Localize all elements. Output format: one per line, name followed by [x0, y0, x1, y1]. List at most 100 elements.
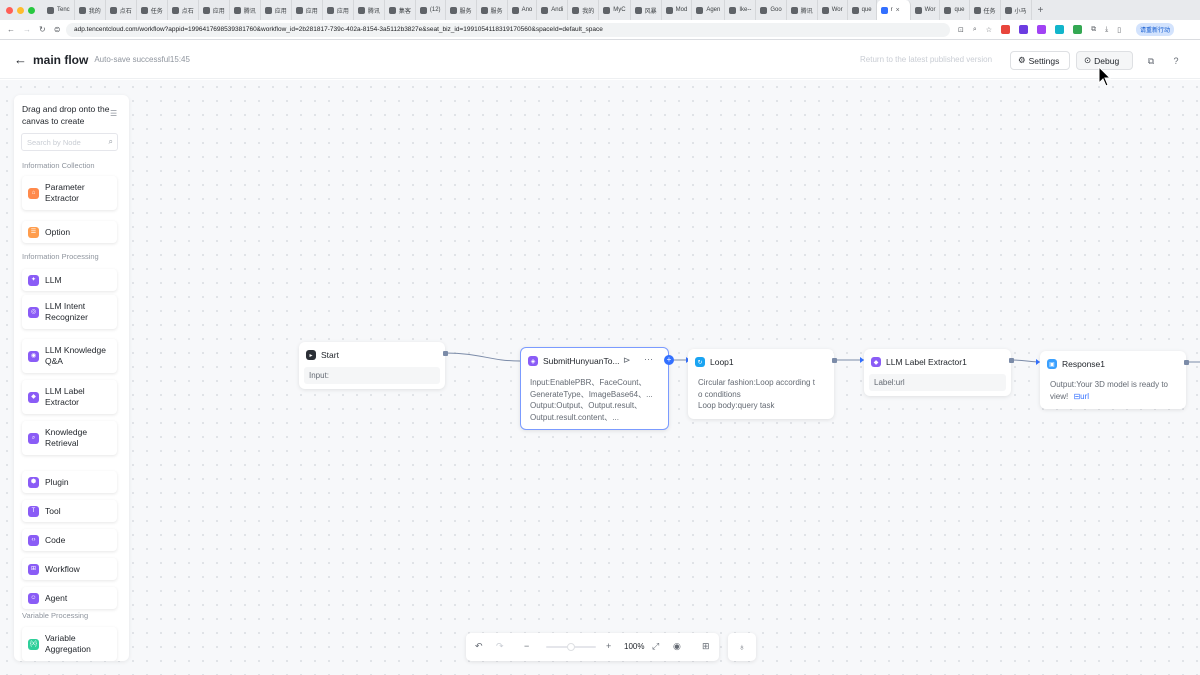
return-to-published-link[interactable]: Return to the latest published version — [860, 55, 992, 64]
browser-tab[interactable]: Andi — [537, 0, 569, 20]
output-port[interactable] — [1184, 360, 1189, 365]
browser-tab[interactable]: 小马 — [1001, 0, 1032, 20]
browser-tab[interactable]: 服务 — [446, 0, 477, 20]
output-port[interactable] — [832, 358, 837, 363]
browser-tab[interactable]: 应用 — [261, 0, 292, 20]
extension-icon[interactable] — [1001, 25, 1011, 34]
browser-tab[interactable]: 我的 — [568, 0, 600, 20]
reload-icon[interactable]: ↻ — [39, 25, 46, 34]
tab-favicon-icon — [665, 6, 673, 14]
forward-arrow-icon[interactable]: → — [23, 25, 31, 34]
undo-icon[interactable]: ↶ — [475, 641, 483, 652]
install-icon[interactable]: ⊡ — [958, 26, 964, 34]
browser-tab[interactable]: Ano — [508, 0, 538, 20]
browser-tab[interactable]: 应用 — [292, 0, 323, 20]
browser-tab[interactable]: MyC — [599, 0, 631, 20]
sidebar-item-agent[interactable]: ☺ Agent — [22, 587, 117, 609]
help-icon[interactable]: ? — [1168, 53, 1184, 69]
browser-tab[interactable]: 集客 — [385, 0, 416, 20]
sidebar-item-intent[interactable]: ◎ LLM Intent Recognizer — [22, 295, 117, 329]
sidebar-item-parameter-extractor[interactable]: ⌂ Parameter Extractor — [22, 176, 117, 210]
profile-button[interactable]: 请重新行动 — [1136, 23, 1175, 36]
browser-tab[interactable]: Agen — [692, 0, 726, 20]
browser-tab[interactable]: Wor — [818, 0, 848, 20]
node-loop1[interactable]: ↻ Loop1 Circular fashion:Loop according … — [688, 349, 837, 419]
sidebar-item-variable-aggregation[interactable]: {x} Variable Aggregation — [22, 627, 117, 661]
bookmark-star-icon[interactable]: ☆ — [986, 26, 992, 34]
settings-button[interactable]: ⚙ Settings — [1010, 51, 1070, 70]
extension-icon[interactable] — [1037, 25, 1047, 34]
browser-tab[interactable]: Mod — [662, 0, 693, 20]
download-icon[interactable]: ⤓ — [1105, 26, 1108, 34]
node-start[interactable]: ▸ Start Input: — [299, 342, 448, 389]
add-node-icon[interactable]: + — [664, 355, 674, 365]
browser-tab[interactable]: Ike-- — [725, 0, 757, 20]
browser-tab[interactable]: que — [940, 0, 970, 20]
node-search-input[interactable]: Search by Node ⌕ — [21, 133, 118, 151]
close-tab-icon[interactable]: × — [896, 7, 900, 14]
redo-icon[interactable]: ↷ — [496, 641, 504, 652]
node-llm-label-extractor1[interactable]: ◆ LLM Label Extractor1 Label:url — [864, 349, 1014, 396]
browser-tab[interactable]: 应用 — [323, 0, 354, 20]
extension-icon[interactable] — [1019, 25, 1029, 34]
browser-tab[interactable]: Goo — [756, 0, 787, 20]
lightbulb-icon[interactable]: ♁ — [728, 633, 756, 661]
node-submit-hunyuan[interactable]: ◈ SubmitHunyuanTo... ⊳ ··· Input:EnableP… — [520, 347, 669, 430]
grid-layout-icon[interactable]: ⊞ — [702, 641, 710, 652]
start-icon: ▸ — [306, 350, 316, 360]
more-options-icon[interactable]: ··· — [644, 354, 653, 364]
zoom-icon[interactable]: ⌕ — [973, 26, 977, 34]
browser-tab[interactable]: 服务 — [477, 0, 508, 20]
sidebar-item-retrieval[interactable]: ⌕ Knowledge Retrieval — [22, 421, 117, 455]
browser-tab[interactable]: 任务 — [970, 0, 1001, 20]
close-window-button[interactable] — [6, 6, 13, 14]
sidebar-item-llm[interactable]: ✦ LLM — [22, 269, 117, 291]
sidebar-item-tool[interactable]: T Tool — [22, 500, 117, 522]
browser-tab[interactable]: 腾讯 — [354, 0, 385, 20]
browser-tab[interactable]: que — [848, 0, 877, 20]
llm-icon: ✦ — [28, 274, 39, 286]
back-arrow-icon[interactable]: ← — [14, 52, 27, 67]
browser-tab[interactable]: (12) — [416, 0, 446, 20]
output-port[interactable] — [1009, 358, 1014, 363]
browser-tab[interactable]: Wor — [911, 0, 941, 20]
browser-tab[interactable]: 腾讯 — [787, 0, 818, 20]
browser-tab[interactable]: Tenc — [43, 0, 75, 20]
browser-tab[interactable]: 我的 — [75, 0, 106, 20]
sidebar-item-knowledge-qa[interactable]: ◉ LLM Knowledge Q&A — [22, 339, 117, 373]
zoom-in-icon[interactable]: + — [606, 641, 611, 651]
output-port[interactable] — [443, 351, 448, 356]
sidebar-item-code[interactable]: ‹› Code — [22, 529, 117, 551]
sidebar-item-option[interactable]: ☰ Option — [22, 221, 117, 243]
browser-tab[interactable]: 风暴 — [631, 0, 662, 20]
site-info-icon[interactable]: ⊜ — [54, 25, 61, 34]
fit-view-icon[interactable]: ⤢ — [652, 641, 659, 652]
maximize-window-button[interactable] — [28, 6, 35, 14]
copy-icon[interactable]: ⧉ — [1143, 53, 1159, 69]
browser-tab[interactable]: 点石 — [168, 0, 199, 20]
new-tab-button[interactable]: + — [1032, 5, 1050, 16]
zoom-out-icon[interactable]: − — [524, 641, 529, 651]
extension-icon[interactable] — [1055, 25, 1065, 34]
zoom-slider[interactable] — [546, 643, 596, 651]
run-node-icon[interactable]: ⊳ — [623, 355, 631, 366]
browser-tab-active[interactable]: r × — [876, 0, 911, 20]
browser-tab[interactable]: 应用 — [199, 0, 230, 20]
sidebar-item-workflow[interactable]: ⊞ Workflow — [22, 558, 117, 580]
node-response1[interactable]: ▣ Response1 Output:Your 3D model is read… — [1040, 351, 1189, 409]
zoom-slider-knob[interactable] — [567, 643, 575, 651]
back-arrow-icon[interactable]: ← — [7, 25, 15, 34]
extension-icon[interactable] — [1073, 25, 1083, 34]
browser-tab[interactable]: 腾讯 — [230, 0, 261, 20]
eye-icon[interactable]: ◉ — [673, 641, 681, 652]
browser-tab[interactable]: 点石 — [106, 0, 137, 20]
sidebar-item-label-extractor[interactable]: ◆ LLM Label Extractor — [22, 380, 117, 414]
browser-tab[interactable]: 任务 — [137, 0, 168, 20]
url-input[interactable]: adp.tencentcloud.com/workflow?appid=1996… — [66, 22, 950, 37]
puzzle-icon[interactable]: ⧉ — [1091, 26, 1096, 34]
plugin-icon: ⬢ — [28, 476, 39, 488]
sidebar-item-plugin[interactable]: ⬢ Plugin — [22, 471, 117, 493]
collapse-list-icon[interactable]: ☰ — [110, 109, 117, 118]
side-panel-icon[interactable]: ▯ — [1117, 26, 1121, 34]
minimize-window-button[interactable] — [17, 6, 24, 14]
